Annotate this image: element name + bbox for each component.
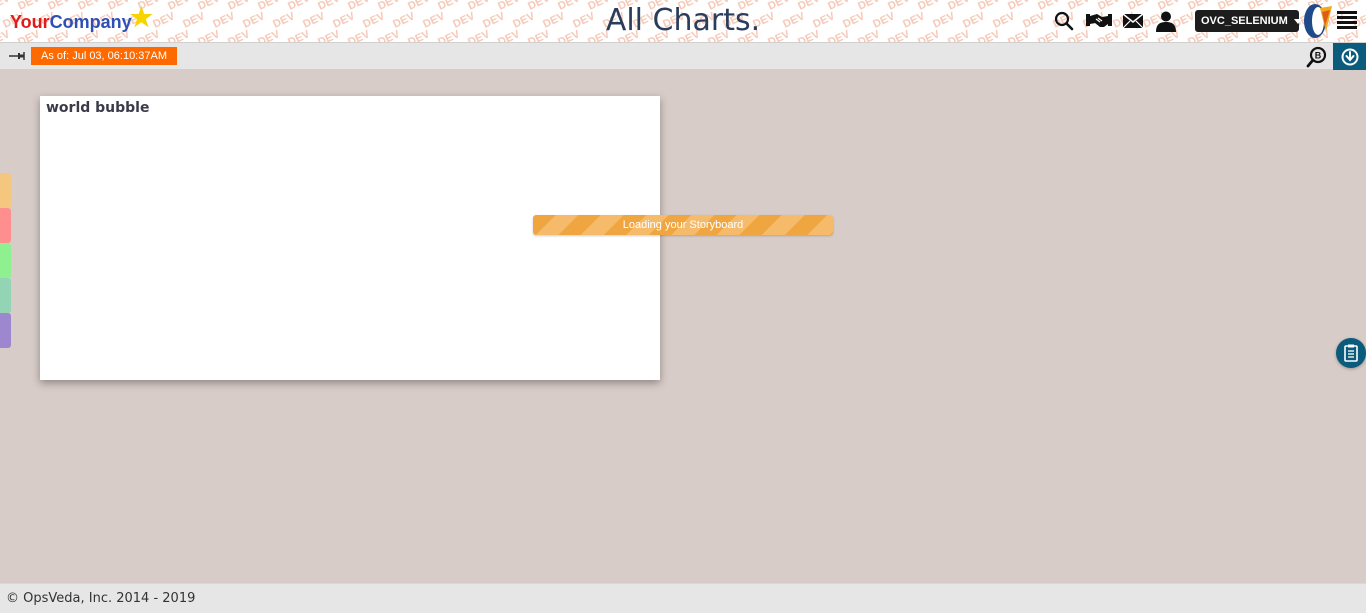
handshake-icon[interactable] xyxy=(1086,9,1112,33)
bi-search-icon[interactable]: B xyxy=(1306,46,1328,68)
copyright-text: © OpsVeda, Inc. 2014 - 2019 xyxy=(6,591,196,606)
svg-text:B: B xyxy=(1315,51,1322,61)
app-header: DEV DEV DEV DEV DEV DEV DEV DEV DEV DEV DEV DEV DEV D… xyxy=(0,0,1366,43)
side-tab-4[interactable] xyxy=(0,278,11,313)
loading-progress-bar: Loading your Storyboard xyxy=(533,215,833,235)
side-color-tabs xyxy=(0,173,11,348)
notes-button[interactable] xyxy=(1336,338,1366,368)
chart-card[interactable]: world bubble xyxy=(40,96,660,380)
download-button[interactable] xyxy=(1333,43,1366,70)
user-icon[interactable] xyxy=(1154,9,1178,33)
chevron-down-icon xyxy=(1293,18,1302,24)
side-tab-3[interactable] xyxy=(0,243,11,278)
side-tab-2[interactable] xyxy=(0,208,11,243)
user-selector-dropdown[interactable]: OVC_SELENIUM xyxy=(1195,10,1302,32)
side-tab-5[interactable] xyxy=(0,313,11,348)
mail-icon[interactable] xyxy=(1121,9,1145,33)
loading-text: Loading your Storyboard xyxy=(622,219,744,231)
toolbar: As of: Jul 03, 06:10:37AM B xyxy=(0,43,1366,70)
pin-icon[interactable] xyxy=(8,50,26,62)
as-of-timestamp: As of: Jul 03, 06:10:37AM xyxy=(31,47,177,65)
hamburger-menu-icon[interactable] xyxy=(1337,11,1357,31)
opsveda-brand-icon xyxy=(1304,4,1332,38)
clipboard-icon xyxy=(1344,344,1358,362)
chart-card-title: world bubble xyxy=(46,100,150,116)
app-footer: © OpsVeda, Inc. 2014 - 2019 xyxy=(0,583,1366,613)
search-icon[interactable] xyxy=(1052,9,1076,33)
side-tab-1[interactable] xyxy=(0,173,11,208)
download-icon xyxy=(1341,48,1358,65)
user-selector-label: OVC_SELENIUM xyxy=(1201,15,1288,27)
